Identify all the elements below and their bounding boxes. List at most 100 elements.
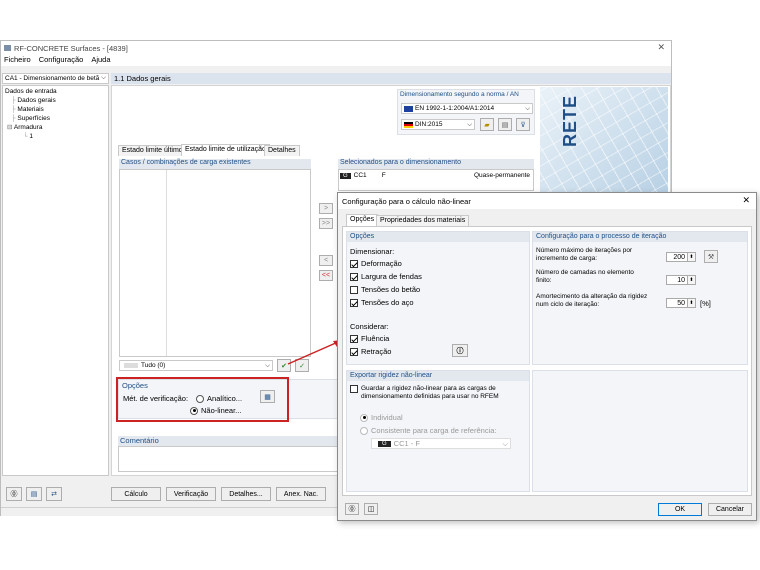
creep-checkbox[interactable] [350,334,358,343]
steel-stress-row: Tensões do aço [350,298,414,307]
max-iterations-stepper[interactable]: 200 ⬍ [666,252,696,262]
tree-item-reinforcement[interactable]: ⊟ Armadura [5,123,106,132]
add-all-arrow-icon[interactable]: >> [319,218,333,229]
filter-icon[interactable]: ⊽ [516,118,530,131]
menu-help[interactable]: Ajuda [91,55,110,66]
cancel-button[interactable]: Cancelar [708,503,752,516]
menu-bar: Ficheiro Configuração Ajuda [1,55,671,66]
design-label: Dimensionar: [350,247,395,256]
norm-label: Dimensionamento segundo a norma / AN [400,91,519,98]
export-icon[interactable]: ⇄ [46,487,62,501]
dialog-title-bar: Configuração para o cálculo não-linear ✕ [338,193,756,209]
load-tag: G [340,172,351,179]
info-icon[interactable]: ⓘ [452,344,468,357]
folder-icon[interactable]: ▰ [480,118,494,131]
section-header: 1.1 Dados gerais [111,73,671,84]
individual-row: Individual [360,413,403,422]
highlight-box [116,377,289,422]
standard-select[interactable]: EN 1992-1-1:2004/A1:2014 ⌵ [401,103,533,114]
spin-icon[interactable]: ⬍ [688,252,696,262]
color-swatch [124,363,138,368]
crack-width-checkbox[interactable] [350,272,358,281]
add-arrow-icon[interactable]: > [319,203,333,214]
remove-all-arrow-icon[interactable]: << [319,270,333,281]
layers-stepper[interactable]: 10 ⬍ [666,275,696,285]
tab-details[interactable]: Detalhes [264,145,300,156]
selected-list[interactable]: G CC1 F Quase-permanente [338,169,534,191]
eu-flag-icon [404,105,413,112]
edit-annex-icon[interactable]: ▤ [498,118,512,131]
spin-icon[interactable]: ⬍ [688,275,696,285]
chevron-down-icon: ⌵ [502,438,508,448]
de-flag-icon [404,121,413,128]
selected-header: Selecionados para o dimensionamento [338,159,534,169]
consistent-radio[interactable] [360,426,368,435]
comment-label: Comentário [118,436,338,446]
save-stiffness-checkbox[interactable] [350,385,358,393]
tab-sls[interactable]: Estado limite de utilização [181,144,270,156]
dialog-title: Configuração para o cálculo não-linear [342,196,471,206]
tab-options[interactable]: Opções [346,214,379,226]
title-bar: RF-CONCRETE Surfaces - [4839] ✕ [1,41,671,55]
consistent-row: Consistente para carga de referência: [360,426,497,435]
navigator-tree: Dados de entrada ├ Dados gerais ├ Materi… [2,85,109,476]
concrete-stress-row: Tensões do betão [350,285,420,294]
remove-arrow-icon[interactable]: < [319,255,333,266]
tab-uls[interactable]: Estado limite último [118,145,187,156]
tree-item-surfaces[interactable]: ├ Superfícies [5,114,106,123]
consider-label: Considerar: [350,322,389,331]
details-button[interactable]: Detalhes... [221,487,271,501]
help-icon[interactable]: ⓪ [6,487,22,501]
save-stiffness-row: Guardar a rigidez não-linear para as car… [350,385,525,401]
tree-item-general[interactable]: ├ Dados gerais [5,96,106,105]
tree-item-reinforcement-1[interactable]: └ 1 [5,132,106,141]
help-icon[interactable]: ⓪ [345,503,359,515]
steel-stress-checkbox[interactable] [350,298,358,307]
table-row[interactable]: G CC1 F Quase-permanente [340,171,530,180]
dialog-options-group: Opções Dimensionar: Deformação Largura d… [346,231,530,365]
case-select[interactable]: CA1 - Dimensionamento de betã ⌵ [2,73,109,84]
annex-select[interactable]: DIN:2015 ⌵ [401,119,475,130]
iteration-settings-icon[interactable]: ⚒ [704,250,718,263]
national-annex-button[interactable]: Anex. Nac. [276,487,326,501]
existing-list[interactable] [119,169,311,357]
product-logo: RETE [540,87,668,197]
app-icon [4,45,11,51]
layers-label: Número de camadas no elemento finito: [536,269,634,284]
shrinkage-row: Retração [350,347,391,356]
iteration-group: Configuração para o processo de iteração… [532,231,748,365]
damping-stepper[interactable]: 50 ⬍ [666,298,696,308]
close-icon[interactable]: ✕ [742,195,750,206]
concrete-stress-checkbox[interactable] [350,285,358,294]
comment-input[interactable] [118,446,338,472]
tab-material-properties[interactable]: Propriedades dos materiais [376,215,470,226]
iteration-header: Configuração para o processo de iteração [533,232,747,242]
deformation-row: Deformação [350,259,402,268]
nonlinear-dialog: Configuração para o cálculo não-linear ✕… [337,192,757,521]
reference-load-select[interactable]: G CC1 - F ⌵ [371,438,511,449]
chevron-down-icon: ⌵ [101,74,106,81]
dialog-options-header: Opções [347,232,529,242]
chevron-down-icon: ⌵ [525,104,530,112]
crack-width-row: Largura de fendas [350,272,422,281]
window-title: RF-CONCRETE Surfaces - [4839] [14,43,128,53]
close-icon[interactable]: ✕ [657,42,665,53]
check-button[interactable]: Verificação [166,487,216,501]
load-tag: G [378,440,391,447]
tree-item-materials[interactable]: ├ Materiais [5,105,106,114]
defaults-icon[interactable]: ◫ [364,503,378,515]
empty-panel [532,370,748,492]
shrinkage-checkbox[interactable] [350,347,358,356]
damping-label: Amortecimento da alteração da rigidez nu… [536,293,648,308]
spin-icon[interactable]: ⬍ [688,298,696,308]
menu-file[interactable]: Ficheiro [4,55,31,66]
chevron-down-icon: ⌵ [467,120,472,128]
menu-settings[interactable]: Configuração [39,55,84,66]
print-icon[interactable]: ▤ [26,487,42,501]
calculate-button[interactable]: Cálculo [111,487,161,501]
tree-root[interactable]: Dados de entrada [5,87,106,96]
filter-select[interactable]: Tudo (0) ⌵ [119,360,273,371]
individual-radio[interactable] [360,413,368,422]
ok-button[interactable]: OK [658,503,702,516]
deformation-checkbox[interactable] [350,259,358,268]
